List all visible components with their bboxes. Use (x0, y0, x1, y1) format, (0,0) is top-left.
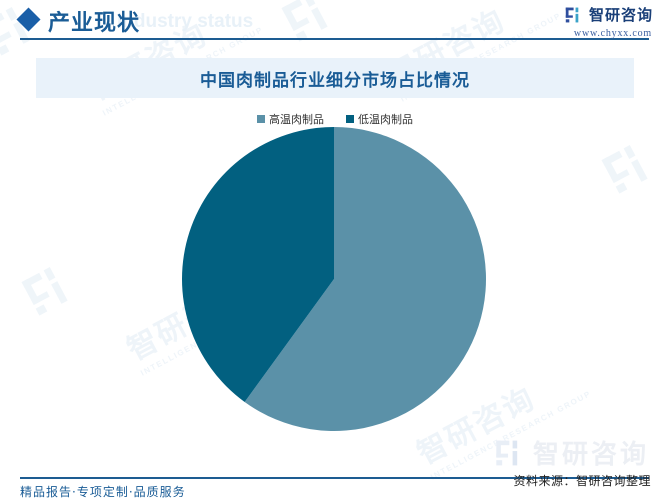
chart-title-bar: 中国肉制品行业细分市场占比情况 (36, 58, 634, 98)
footer-tagline: 精品报告·专项定制·品质服务 (20, 485, 186, 499)
header-divider (20, 38, 649, 40)
legend-label: 低温肉制品 (358, 113, 413, 126)
brand-name: 智研咨询 (588, 6, 653, 24)
chart-title: 中国肉制品行业细分市场占比情况 (200, 70, 470, 91)
legend-item-low-temp[interactable]: 低温肉制品 (346, 111, 413, 127)
brand-header: 智研咨询 www.chyxx.com (565, 4, 653, 39)
legend-item-high-temp[interactable]: 高温肉制品 (257, 111, 324, 127)
legend-swatch-icon (257, 115, 265, 123)
legend-label: 高温肉制品 (269, 113, 324, 126)
diamond-icon (16, 7, 41, 32)
page-title: 产业现状 (48, 11, 141, 36)
pie-chart (36, 127, 634, 447)
pie-chart-svg (182, 127, 487, 431)
chart-legend: 高温肉制品 低温肉制品 (36, 111, 634, 127)
legend-swatch-icon (346, 115, 354, 123)
zhiyan-logo-icon (565, 7, 579, 22)
source-note: 资料来源：智研咨询整理 (513, 474, 651, 488)
chart-card: 中国肉制品行业细分市场占比情况 高温肉制品 低温肉制品 (36, 58, 634, 454)
brand-url[interactable]: www.chyxx.com (565, 28, 652, 39)
